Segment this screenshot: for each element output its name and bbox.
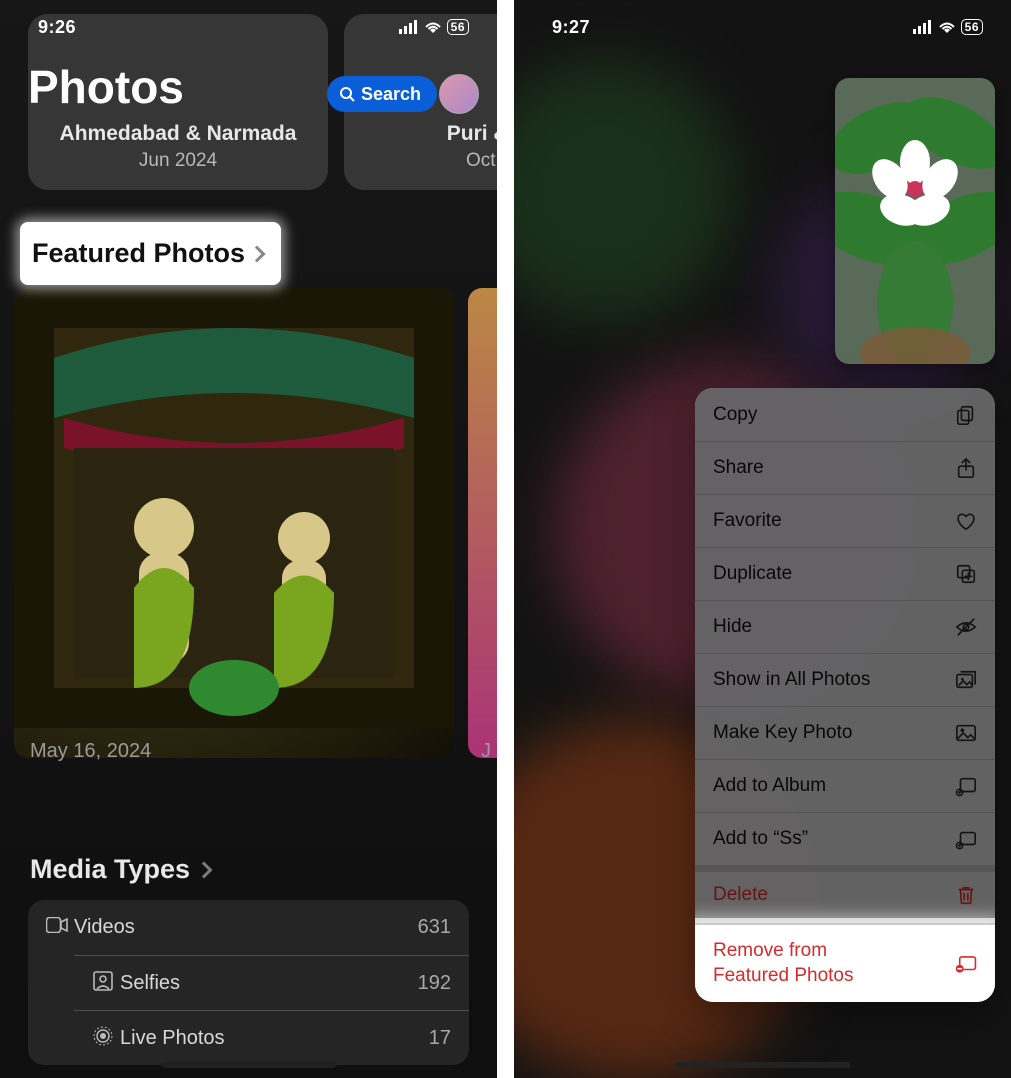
- duplicate-icon: [955, 563, 977, 585]
- menu-label: Share: [713, 457, 764, 479]
- featured-photos-label: Featured Photos: [32, 238, 245, 269]
- photo-illustration: [14, 288, 454, 728]
- blur-blob: [514, 60, 734, 320]
- menu-item-add-album[interactable]: Add to Album: [695, 759, 995, 812]
- menu-label: Show in All Photos: [713, 669, 870, 691]
- featured-photos-row: [0, 288, 497, 758]
- battery-indicator: 56: [447, 19, 469, 35]
- media-row-videos[interactable]: Videos 631: [28, 900, 469, 955]
- status-time: 9:26: [38, 17, 76, 38]
- right-screenshot: 9:27 56 Copy Share Favorite Duplicate: [514, 0, 1011, 1078]
- menu-item-remove-featured[interactable]: Remove fromFeatured Photos: [695, 918, 995, 1002]
- eye-slash-icon: [955, 616, 977, 638]
- featured-photo[interactable]: [14, 288, 454, 758]
- screenshot-divider: [497, 0, 514, 1078]
- media-row-live[interactable]: Live Photos 17: [74, 1010, 469, 1065]
- live-icon: [86, 1026, 120, 1051]
- left-screenshot: Ahmedabad & Narmada Jun 2024 Puri & Ka O…: [0, 0, 497, 1078]
- status-indicators: 56: [913, 19, 983, 35]
- chevron-right-icon: [249, 245, 266, 262]
- photo-icon: [955, 722, 977, 744]
- heart-icon: [955, 510, 977, 532]
- search-button[interactable]: Search: [327, 76, 437, 112]
- trash-icon: [955, 884, 977, 906]
- menu-label: Copy: [713, 404, 757, 426]
- copy-icon: [955, 404, 977, 426]
- trip-subtitle: Oct 20: [466, 150, 497, 172]
- status-bar: 9:26 56: [0, 0, 497, 54]
- search-icon: [339, 86, 355, 102]
- menu-item-share[interactable]: Share: [695, 441, 995, 494]
- menu-label: Remove fromFeatured Photos: [713, 939, 853, 988]
- status-time: 9:27: [552, 17, 590, 38]
- trip-subtitle: Jun 2024: [139, 150, 217, 172]
- context-menu: Copy Share Favorite Duplicate Hide Show …: [695, 388, 995, 1002]
- home-indicator[interactable]: [161, 1062, 336, 1068]
- menu-item-add-ss[interactable]: Add to “Ss”: [695, 812, 995, 865]
- menu-item-duplicate[interactable]: Duplicate: [695, 547, 995, 600]
- photo-preview[interactable]: [835, 78, 995, 364]
- selfie-icon: [86, 971, 120, 996]
- menu-item-delete[interactable]: Delete: [695, 865, 995, 918]
- menu-label: Add to Album: [713, 775, 826, 797]
- remove-featured-icon: [955, 953, 977, 975]
- photos-icon: [955, 669, 977, 691]
- add-album-icon: [955, 828, 977, 850]
- menu-label: Add to “Ss”: [713, 828, 808, 850]
- media-count: 631: [418, 916, 451, 939]
- flower-photo: [835, 78, 995, 364]
- media-label: Selfies: [120, 972, 418, 995]
- home-indicator[interactable]: [675, 1062, 850, 1068]
- media-types-list: Videos 631 Selfies 192 Live Photos 17: [28, 900, 469, 1065]
- featured-photo-next[interactable]: [468, 288, 497, 758]
- chevron-right-icon: [196, 861, 213, 878]
- media-types-heading[interactable]: Media Types: [30, 854, 210, 885]
- cellular-icon: [913, 20, 933, 34]
- page-title: Photos: [28, 60, 184, 114]
- share-icon: [955, 457, 977, 479]
- add-album-icon: [955, 775, 977, 797]
- media-count: 17: [429, 1027, 451, 1050]
- menu-item-favorite[interactable]: Favorite: [695, 494, 995, 547]
- menu-label: Hide: [713, 616, 752, 638]
- media-label: Live Photos: [120, 1027, 429, 1050]
- search-label: Search: [361, 84, 421, 105]
- battery-indicator: 56: [961, 19, 983, 35]
- trip-title: Ahmedabad & Narmada: [60, 122, 297, 146]
- status-bar: 9:27 56: [514, 0, 1011, 54]
- menu-item-hide[interactable]: Hide: [695, 600, 995, 653]
- featured-photos-heading[interactable]: Featured Photos: [20, 222, 281, 285]
- media-count: 192: [418, 972, 451, 995]
- menu-item-copy[interactable]: Copy: [695, 388, 995, 441]
- wifi-icon: [937, 20, 957, 34]
- cellular-icon: [399, 20, 419, 34]
- menu-label: Duplicate: [713, 563, 792, 585]
- menu-item-show-all[interactable]: Show in All Photos: [695, 653, 995, 706]
- media-row-selfies[interactable]: Selfies 192: [74, 955, 469, 1010]
- menu-item-key-photo[interactable]: Make Key Photo: [695, 706, 995, 759]
- menu-label: Delete: [713, 884, 768, 906]
- status-indicators: 56: [399, 19, 469, 35]
- featured-date-next: J: [481, 740, 491, 763]
- trip-title: Puri & Ka: [447, 122, 497, 146]
- media-heading-label: Media Types: [30, 854, 190, 885]
- featured-date: May 16, 2024: [30, 740, 151, 763]
- media-label: Videos: [74, 916, 418, 939]
- video-icon: [40, 917, 74, 938]
- avatar[interactable]: [439, 74, 479, 114]
- menu-label: Favorite: [713, 510, 782, 532]
- wifi-icon: [423, 20, 443, 34]
- menu-label: Make Key Photo: [713, 722, 852, 744]
